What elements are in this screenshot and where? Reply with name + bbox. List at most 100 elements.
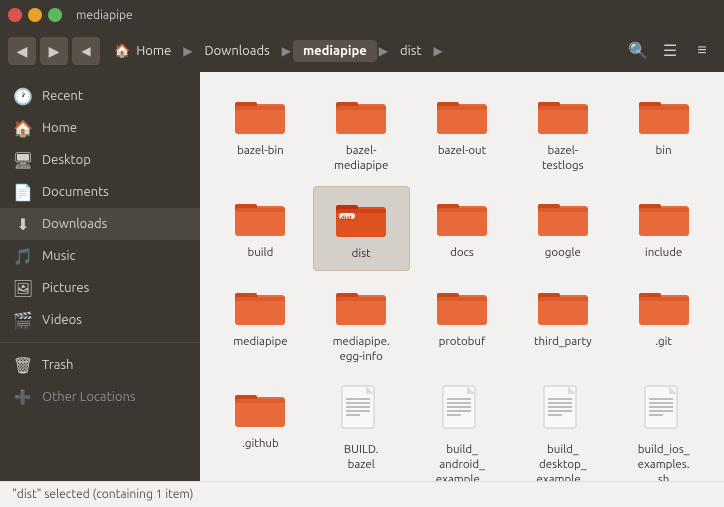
file-item-BUILD--bazel[interactable]: BUILD. bazel bbox=[313, 377, 410, 481]
folder-icon bbox=[638, 194, 690, 242]
add-icon: ➕ bbox=[14, 388, 32, 406]
home-icon: 🏠 bbox=[14, 119, 32, 137]
sidebar-item-other-locations[interactable]: ➕ Other Locations bbox=[0, 381, 200, 413]
sidebar: 🕐 Recent 🏠 Home 🖥 Desktop 📄 Documents ⬇ … bbox=[0, 72, 200, 481]
sidebar-item-videos[interactable]: 🎬 Videos bbox=[0, 304, 200, 336]
maximize-button[interactable] bbox=[48, 8, 62, 22]
file-grid: bazel-bin bazel- mediapipe bazel-out baz… bbox=[212, 84, 712, 481]
file-item-build[interactable]: build bbox=[212, 186, 309, 271]
file-label: third_party bbox=[534, 335, 592, 350]
folder-icon bbox=[537, 194, 589, 242]
breadcrumb-sep-1: ▶ bbox=[183, 44, 192, 58]
file-label: BUILD. bazel bbox=[344, 443, 379, 473]
file-label: build_ios_ examples. sh bbox=[638, 443, 690, 481]
document-icon bbox=[340, 385, 382, 439]
breadcrumb-downloads[interactable]: Downloads bbox=[194, 40, 279, 62]
sidebar-item-desktop[interactable]: 🖥 Desktop bbox=[0, 144, 200, 176]
folder-icon bbox=[436, 194, 488, 242]
sidebar-item-recent[interactable]: 🕐 Recent bbox=[0, 80, 200, 112]
breadcrumb-sep-4: ▶ bbox=[434, 44, 443, 58]
folder-icon bbox=[537, 283, 589, 331]
titlebar: mediapipe bbox=[0, 0, 724, 30]
file-label: docs bbox=[450, 246, 474, 261]
folder-icon bbox=[234, 194, 286, 242]
file-item-bin[interactable]: bin bbox=[615, 84, 712, 182]
minimize-button[interactable] bbox=[28, 8, 42, 22]
file-item-build_ios_-examples--sh[interactable]: build_ios_ examples. sh bbox=[615, 377, 712, 481]
breadcrumb: 🏠 Home ▶ Downloads ▶ mediapipe ▶ dist ▶ bbox=[104, 40, 620, 63]
main-area: 🕐 Recent 🏠 Home 🖥 Desktop 📄 Documents ⬇ … bbox=[0, 72, 724, 481]
videos-icon: 🎬 bbox=[14, 311, 32, 329]
breadcrumb-sep-2: ▶ bbox=[282, 44, 291, 58]
trash-icon: 🗑 bbox=[14, 356, 32, 374]
back-button[interactable]: ◀ bbox=[8, 37, 36, 65]
file-item-bazel--mediapipe[interactable]: bazel- mediapipe bbox=[313, 84, 410, 182]
document-icon bbox=[643, 385, 685, 439]
sidebar-item-documents[interactable]: 📄 Documents bbox=[0, 176, 200, 208]
up-button[interactable]: ◀ bbox=[72, 37, 100, 65]
view-toggle-button[interactable]: ☰ bbox=[656, 37, 684, 65]
search-button[interactable]: 🔍 bbox=[624, 37, 652, 65]
file-label: protobuf bbox=[439, 335, 486, 350]
folder-icon bbox=[335, 283, 387, 331]
sidebar-item-pictures[interactable]: 🖼 Pictures bbox=[0, 272, 200, 304]
file-label: build_ android_ example... bbox=[436, 443, 489, 481]
file-item-include[interactable]: include bbox=[615, 186, 712, 271]
file-item--git[interactable]: .git bbox=[615, 275, 712, 373]
breadcrumb-mediapipe[interactable]: mediapipe bbox=[293, 40, 377, 62]
file-label: .git bbox=[655, 335, 672, 350]
file-label: mediapipe bbox=[233, 335, 287, 350]
file-label: .github bbox=[242, 437, 279, 452]
file-label: bazel- mediapipe bbox=[334, 144, 388, 174]
file-item-protobuf[interactable]: protobuf bbox=[414, 275, 511, 373]
file-item-docs[interactable]: docs bbox=[414, 186, 511, 271]
file-label: bazel-out bbox=[438, 144, 486, 159]
file-item-build_-android_-example---[interactable]: build_ android_ example... bbox=[414, 377, 511, 481]
sidebar-item-music[interactable]: 🎵 Music bbox=[0, 240, 200, 272]
folder-icon bbox=[234, 385, 286, 433]
sidebar-item-home[interactable]: 🏠 Home bbox=[0, 112, 200, 144]
breadcrumb-downloads-label: Downloads bbox=[204, 44, 269, 58]
file-item-mediapipe--egg-info[interactable]: mediapipe. egg-info bbox=[313, 275, 410, 373]
forward-button[interactable]: ▶ bbox=[40, 37, 68, 65]
sidebar-divider bbox=[0, 342, 200, 343]
file-item--github[interactable]: .github bbox=[212, 377, 309, 481]
folder-icon bbox=[335, 92, 387, 140]
home-icon: 🏠 bbox=[114, 44, 130, 59]
folder-icon bbox=[234, 92, 286, 140]
file-item-bazel-bin[interactable]: bazel-bin bbox=[212, 84, 309, 182]
sidebar-item-trash[interactable]: 🗑 Trash bbox=[0, 349, 200, 381]
toolbar: ◀ ▶ ◀ 🏠 Home ▶ Downloads ▶ mediapipe ▶ d… bbox=[0, 30, 724, 72]
breadcrumb-mediapipe-label: mediapipe bbox=[303, 44, 367, 58]
file-label: mediapipe. egg-info bbox=[333, 335, 390, 365]
document-icon bbox=[441, 385, 483, 439]
file-item-google[interactable]: google bbox=[514, 186, 611, 271]
file-item-bazel-out[interactable]: bazel-out bbox=[414, 84, 511, 182]
folder-icon bbox=[537, 92, 589, 140]
toolbar-actions: 🔍 ☰ ≡ bbox=[624, 37, 716, 65]
file-area[interactable]: bazel-bin bazel- mediapipe bazel-out baz… bbox=[200, 72, 724, 481]
statusbar: "dist" selected (containing 1 item) bbox=[0, 481, 724, 507]
file-item-build_-desktop_-example---[interactable]: build_ desktop_ example... bbox=[514, 377, 611, 481]
file-label: google bbox=[545, 246, 581, 261]
file-item-bazel--testlogs[interactable]: bazel- testlogs bbox=[514, 84, 611, 182]
folder-icon bbox=[436, 92, 488, 140]
folder-icon bbox=[638, 92, 690, 140]
recent-icon: 🕐 bbox=[14, 87, 32, 105]
close-button[interactable] bbox=[8, 8, 22, 22]
file-item-mediapipe[interactable]: mediapipe bbox=[212, 275, 309, 373]
breadcrumb-dist-label: dist bbox=[400, 44, 422, 58]
menu-button[interactable]: ≡ bbox=[688, 37, 716, 65]
folder-icon: dist bbox=[335, 195, 387, 243]
file-label: dist bbox=[352, 247, 371, 262]
file-item-dist[interactable]: dist dist bbox=[313, 186, 410, 271]
folder-icon bbox=[638, 283, 690, 331]
file-item-third_party[interactable]: third_party bbox=[514, 275, 611, 373]
breadcrumb-dist[interactable]: dist bbox=[390, 40, 432, 62]
file-label: include bbox=[645, 246, 682, 261]
breadcrumb-home[interactable]: 🏠 Home bbox=[104, 40, 181, 63]
document-icon bbox=[542, 385, 584, 439]
desktop-icon: 🖥 bbox=[14, 151, 32, 169]
file-label: bazel- testlogs bbox=[542, 144, 584, 174]
sidebar-item-downloads[interactable]: ⬇ Downloads bbox=[0, 208, 200, 240]
